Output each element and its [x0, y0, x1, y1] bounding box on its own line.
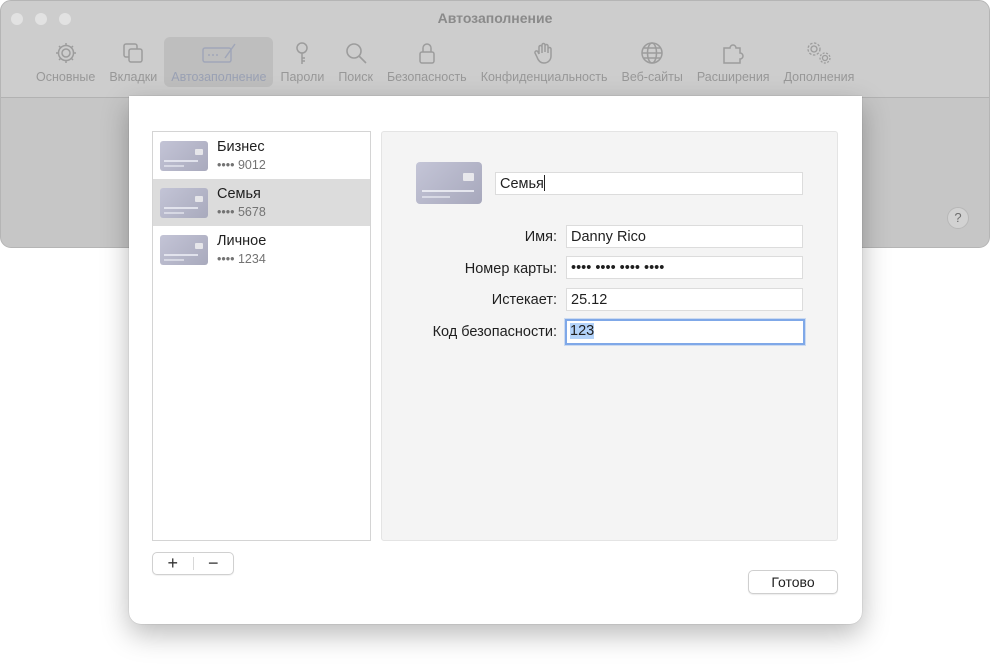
tab-websites[interactable]: Веб-сайты: [615, 37, 690, 87]
card-list[interactable]: Бизнес •••• 9012 Семья •••• 5678 Личное …: [152, 131, 371, 541]
lock-icon: [414, 40, 440, 66]
tab-label: Безопасность: [386, 70, 467, 84]
selected-text: 123: [570, 323, 595, 339]
cardholder-name-field[interactable]: Danny Rico: [566, 225, 803, 248]
card-number-masked: •••• 5678: [217, 205, 266, 219]
tab-privacy[interactable]: Конфиденциальность: [474, 37, 615, 87]
tab-label: Расширения: [696, 70, 770, 84]
card-number-masked: •••• 1234: [217, 252, 266, 266]
window-title: Автозаполнение: [437, 10, 553, 26]
card-number-field[interactable]: •••• •••• •••• ••••: [566, 256, 803, 279]
tab-label: Вкладки: [109, 70, 158, 84]
card-number-masked: •••• 9012: [217, 158, 266, 172]
autofill-icon: [201, 40, 237, 66]
tabs-icon: [120, 40, 146, 66]
card-list-item-selected[interactable]: Семья •••• 5678: [153, 179, 370, 226]
tab-tabs[interactable]: Вкладки: [102, 37, 164, 87]
help-button[interactable]: ?: [947, 207, 969, 229]
tab-label: Автозаполнение: [171, 70, 267, 84]
add-card-button[interactable]: +: [153, 553, 193, 574]
key-icon: [289, 40, 315, 66]
card-name: Личное: [217, 233, 267, 249]
expiration-field[interactable]: 25.12: [566, 288, 803, 311]
search-icon: [343, 40, 369, 66]
remove-card-button[interactable]: −: [194, 553, 234, 574]
credit-card-icon: [160, 141, 208, 171]
tab-label: Пароли: [280, 70, 325, 84]
card-detail-panel: Семья Имя: Danny Rico Номер карты: •••• …: [381, 131, 838, 541]
tab-search[interactable]: Поиск: [331, 37, 380, 87]
tab-general[interactable]: Основные: [29, 37, 102, 87]
tab-label: Основные: [36, 70, 96, 84]
puzzle-icon: [720, 40, 746, 66]
card-description-field[interactable]: Семья: [495, 172, 803, 195]
done-button[interactable]: Готово: [748, 570, 838, 594]
card-list-item[interactable]: Бизнес •••• 9012: [153, 132, 370, 179]
security-code-label: Код безопасности:: [432, 324, 557, 340]
add-remove-control: + −: [152, 552, 234, 575]
security-code-field[interactable]: 123: [565, 319, 805, 345]
tab-label: Веб-сайты: [621, 70, 683, 84]
globe-icon: [639, 40, 665, 66]
tab-autofill[interactable]: Автозаполнение: [164, 37, 274, 87]
name-label: Имя:: [524, 229, 557, 245]
credit-cards-sheet: Бизнес •••• 9012 Семья •••• 5678 Личное …: [129, 96, 862, 624]
card-description-value: Семья: [500, 176, 544, 192]
credit-card-icon: [160, 188, 208, 218]
gears-icon: [804, 40, 834, 66]
card-number-label: Номер карты:: [464, 261, 557, 277]
card-name: Бизнес: [217, 139, 265, 155]
text-caret: [543, 175, 545, 191]
preferences-tabs: Основные Вкладки Автозаполнение Пароли П…: [29, 37, 861, 87]
card-name: Семья: [217, 186, 261, 202]
tab-extensions[interactable]: Расширения: [690, 37, 777, 87]
tab-advanced[interactable]: Дополнения: [777, 37, 862, 87]
gear-icon: [53, 40, 79, 66]
hand-icon: [531, 40, 557, 66]
credit-card-icon: [416, 162, 482, 204]
tab-security[interactable]: Безопасность: [380, 37, 474, 87]
card-list-item[interactable]: Личное •••• 1234: [153, 226, 370, 273]
preferences-toolbar: Автозаполнение Основные Вкладки Автозапо…: [1, 1, 989, 98]
expires-label: Истекает:: [491, 292, 557, 308]
tab-label: Конфиденциальность: [480, 70, 608, 84]
tab-label: Дополнения: [783, 70, 855, 84]
tab-passwords[interactable]: Пароли: [273, 37, 331, 87]
tab-label: Поиск: [338, 70, 373, 84]
credit-card-icon: [160, 235, 208, 265]
